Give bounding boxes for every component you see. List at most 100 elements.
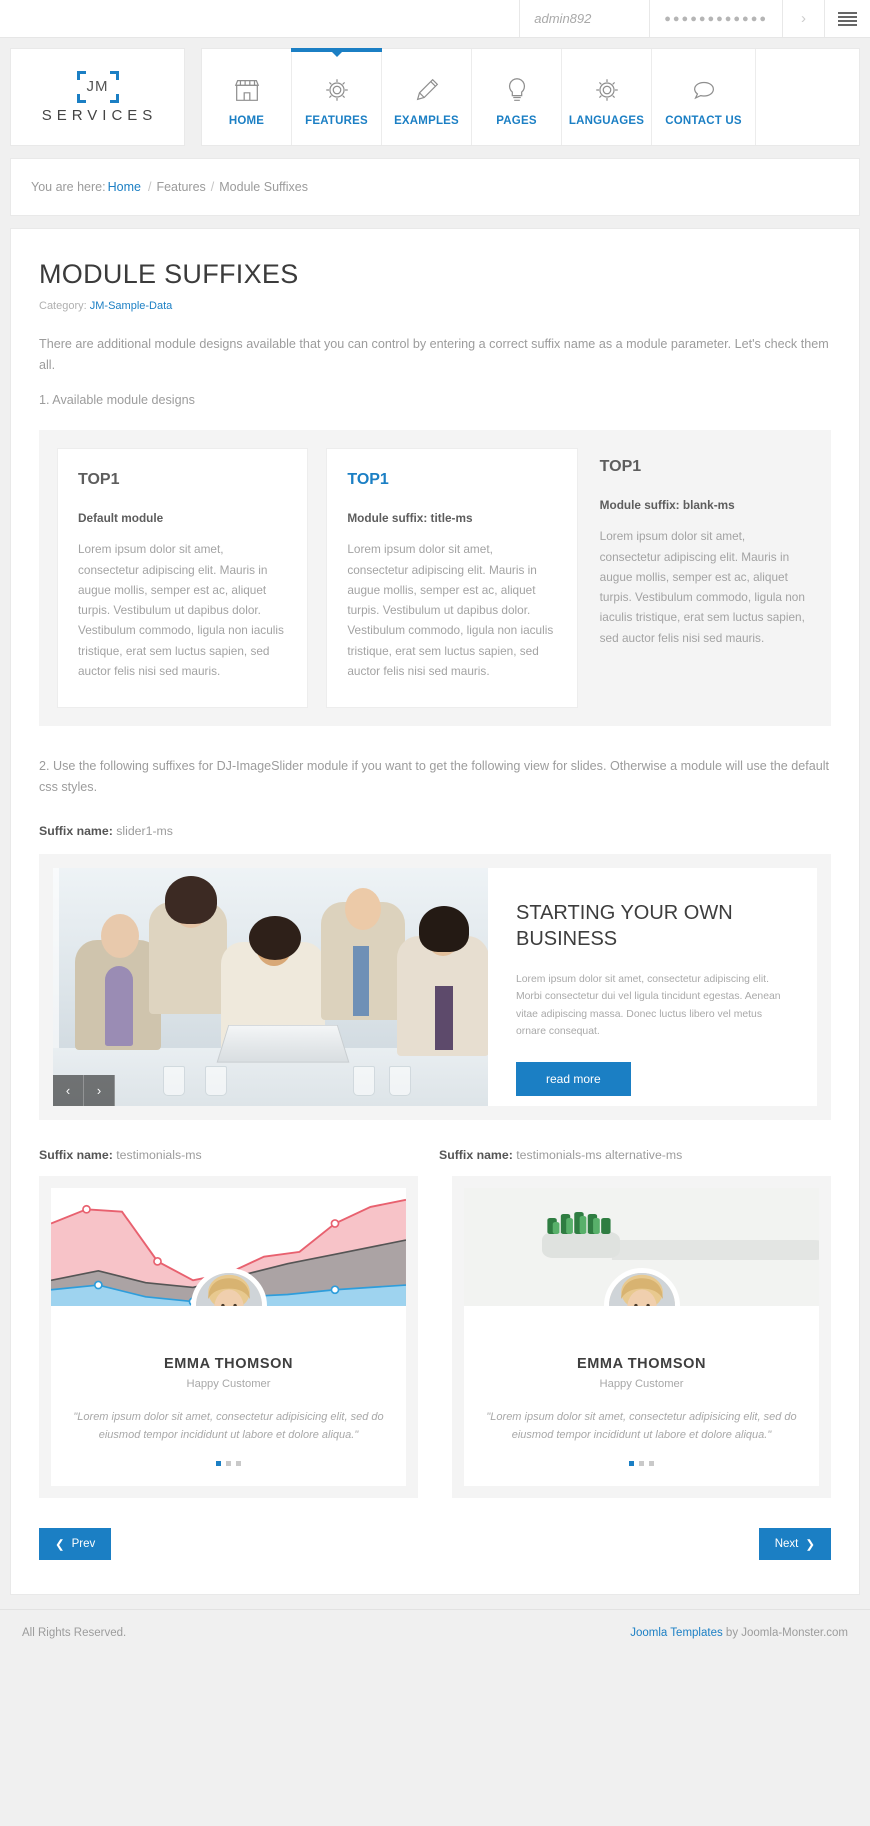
slider-next-button[interactable]: ›: [84, 1074, 115, 1106]
person-head: [345, 887, 381, 930]
dot[interactable]: [649, 1461, 654, 1467]
nav-item-features[interactable]: FEATURES: [291, 48, 382, 145]
dot[interactable]: [639, 1461, 644, 1467]
breadcrumb-separator: /: [147, 180, 152, 194]
nav-item-pages[interactable]: PAGES: [472, 49, 562, 145]
nav-item-contact-us[interactable]: CONTACT US: [652, 49, 756, 145]
module-card-title-ms: TOP1 Module suffix: title-ms Lorem ipsum…: [326, 448, 578, 709]
slider-prev-button[interactable]: ‹: [53, 1074, 84, 1106]
article-pagination: ❮ Prev Next ❯: [39, 1528, 831, 1561]
testimonial-card: EMMA THOMSON Happy Customer "Lorem ipsum…: [51, 1187, 406, 1487]
category-link[interactable]: JM-Sample-Data: [90, 300, 173, 312]
breadcrumb-link-home[interactable]: Home: [108, 180, 141, 194]
gear-icon: [592, 74, 622, 106]
module-body: Lorem ipsum dolor sit amet, consectetur …: [599, 529, 805, 645]
footer-credits: Joomla Templates by Joomla-Monster.com: [630, 1627, 848, 1639]
article-panel: MODULE SUFFIXES Category: JM-Sample-Data…: [10, 228, 860, 1596]
site-logo[interactable]: JM SERVICES: [10, 48, 185, 146]
glass-image: [163, 1065, 185, 1096]
article-intro: There are additional module designs avai…: [39, 337, 829, 372]
dot[interactable]: [236, 1461, 241, 1467]
hamburger-icon-line: [838, 15, 857, 18]
module-title: TOP1: [347, 471, 389, 489]
avatar-portrait: [195, 1272, 262, 1306]
suffix-value: slider1-ms: [116, 823, 173, 838]
next-article-button[interactable]: Next ❯: [758, 1528, 831, 1561]
testimonial-image-toothbrush: [464, 1187, 819, 1306]
laptop-image: [216, 1024, 350, 1063]
testimonial-name: EMMA THOMSON: [576, 1355, 707, 1372]
prev-label: Prev: [71, 1538, 96, 1551]
username-input[interactable]: admin892: [519, 0, 649, 37]
chevron-right-icon: ❯: [805, 1539, 815, 1552]
nav-label: PAGES: [496, 114, 537, 127]
copyright-text: All Rights Reserved.: [22, 1626, 127, 1639]
next-label: Next: [774, 1538, 799, 1551]
nav-item-languages[interactable]: LANGUAGES: [562, 49, 652, 145]
module-card-blank-ms: TOP1 Module suffix: blank-ms Lorem ipsum…: [596, 448, 813, 708]
nav-label: HOME: [228, 114, 265, 127]
image-slider: ‹ › STARTING YOUR OWN BUSINESS Lorem ips…: [53, 867, 817, 1106]
module-subtitle: Module suffix: blank-ms: [599, 498, 735, 513]
slider-suffix-label: Suffix name: slider1-ms: [39, 824, 831, 838]
person-shirt: [105, 965, 133, 1046]
breadcrumb-item-features[interactable]: Features: [156, 180, 205, 194]
suffix-value: testimonials-ms alternative-ms: [516, 1147, 683, 1162]
article-category: Category: JM-Sample-Data: [39, 300, 831, 312]
login-submit-button[interactable]: ›: [782, 0, 824, 37]
chevron-right-icon: ›: [96, 1082, 102, 1098]
module-body: Lorem ipsum dolor sit amet, consectetur …: [78, 542, 284, 678]
testimonial-suffix-row: Suffix name: testimonials-ms Suffix name…: [39, 1148, 831, 1162]
testimonial-name: EMMA THOMSON: [163, 1355, 294, 1372]
nav-spacer: [756, 49, 859, 145]
chevron-right-icon: ›: [801, 10, 806, 27]
joomla-templates-link[interactable]: Joomla Templates: [630, 1627, 722, 1639]
person-hair: [419, 905, 469, 952]
person-hair: [249, 915, 301, 960]
page-title: MODULE SUFFIXES: [39, 259, 299, 289]
testimonial-band-right: EMMA THOMSON Happy Customer "Lorem ipsum…: [452, 1175, 831, 1499]
dot-active[interactable]: [216, 1461, 221, 1467]
testimonial-quote: "Lorem ipsum dolor sit amet, consectetur…: [73, 1410, 384, 1442]
section-1-heading: 1. Available module designs: [39, 392, 195, 407]
testimonial-role: Happy Customer: [186, 1377, 271, 1390]
nav-item-home[interactable]: HOME: [202, 49, 292, 145]
module-designs-band: TOP1 Default module Lorem ipsum dolor si…: [39, 430, 831, 727]
person-tie: [353, 945, 369, 1016]
slider-caption: STARTING YOUR OWN BUSINESS Lorem ipsum d…: [488, 868, 817, 1106]
person-hair: [165, 875, 217, 924]
testimonial-content: EMMA THOMSON Happy Customer "Lorem ipsum…: [464, 1306, 819, 1467]
module-card-default: TOP1 Default module Lorem ipsum dolor si…: [57, 448, 309, 709]
dot-active[interactable]: [629, 1461, 634, 1467]
dot[interactable]: [226, 1461, 231, 1467]
nav-label: EXAMPLES: [394, 114, 459, 127]
testimonial-right-suffix: Suffix name: testimonials-ms alternative…: [439, 1148, 831, 1162]
testimonial-content: EMMA THOMSON Happy Customer "Lorem ipsum…: [51, 1306, 406, 1467]
hamburger-icon-line: [838, 11, 857, 14]
avatar: [190, 1267, 267, 1306]
testimonial-pager-dots[interactable]: [486, 1461, 797, 1467]
testimonial-band-left: EMMA THOMSON Happy Customer "Lorem ipsum…: [39, 1175, 418, 1499]
testimonial-image-chart: [51, 1187, 406, 1306]
prev-article-button[interactable]: ❮ Prev: [39, 1528, 112, 1561]
nav-label: CONTACT US: [665, 114, 742, 127]
person-scarf: [435, 985, 453, 1050]
hamburger-menu-button[interactable]: [824, 0, 870, 37]
module-title: TOP1: [599, 458, 642, 476]
read-more-button[interactable]: read more: [516, 1062, 631, 1097]
module-subtitle: Default module: [78, 511, 164, 526]
suffix-prefix: Suffix name:: [39, 823, 113, 838]
testimonial-pager-dots[interactable]: [73, 1461, 384, 1467]
breadcrumb-separator: /: [210, 180, 215, 194]
logo-bracket-icon: JM: [75, 70, 121, 103]
password-input[interactable]: ●●●●●●●●●●●●: [649, 0, 782, 37]
slider-controls: ‹ ›: [53, 1074, 115, 1106]
person-head: [101, 913, 139, 958]
nav-label: LANGUAGES: [568, 114, 645, 127]
suffix-value: testimonials-ms: [116, 1147, 202, 1162]
hamburger-icon-line: [838, 23, 857, 26]
glass-image: [205, 1065, 227, 1096]
footer-credit-text: by Joomla-Monster.com: [722, 1626, 848, 1639]
section-2-text: 2. Use the following suffixes for DJ-Ima…: [39, 759, 830, 795]
nav-item-examples[interactable]: EXAMPLES: [382, 49, 472, 145]
